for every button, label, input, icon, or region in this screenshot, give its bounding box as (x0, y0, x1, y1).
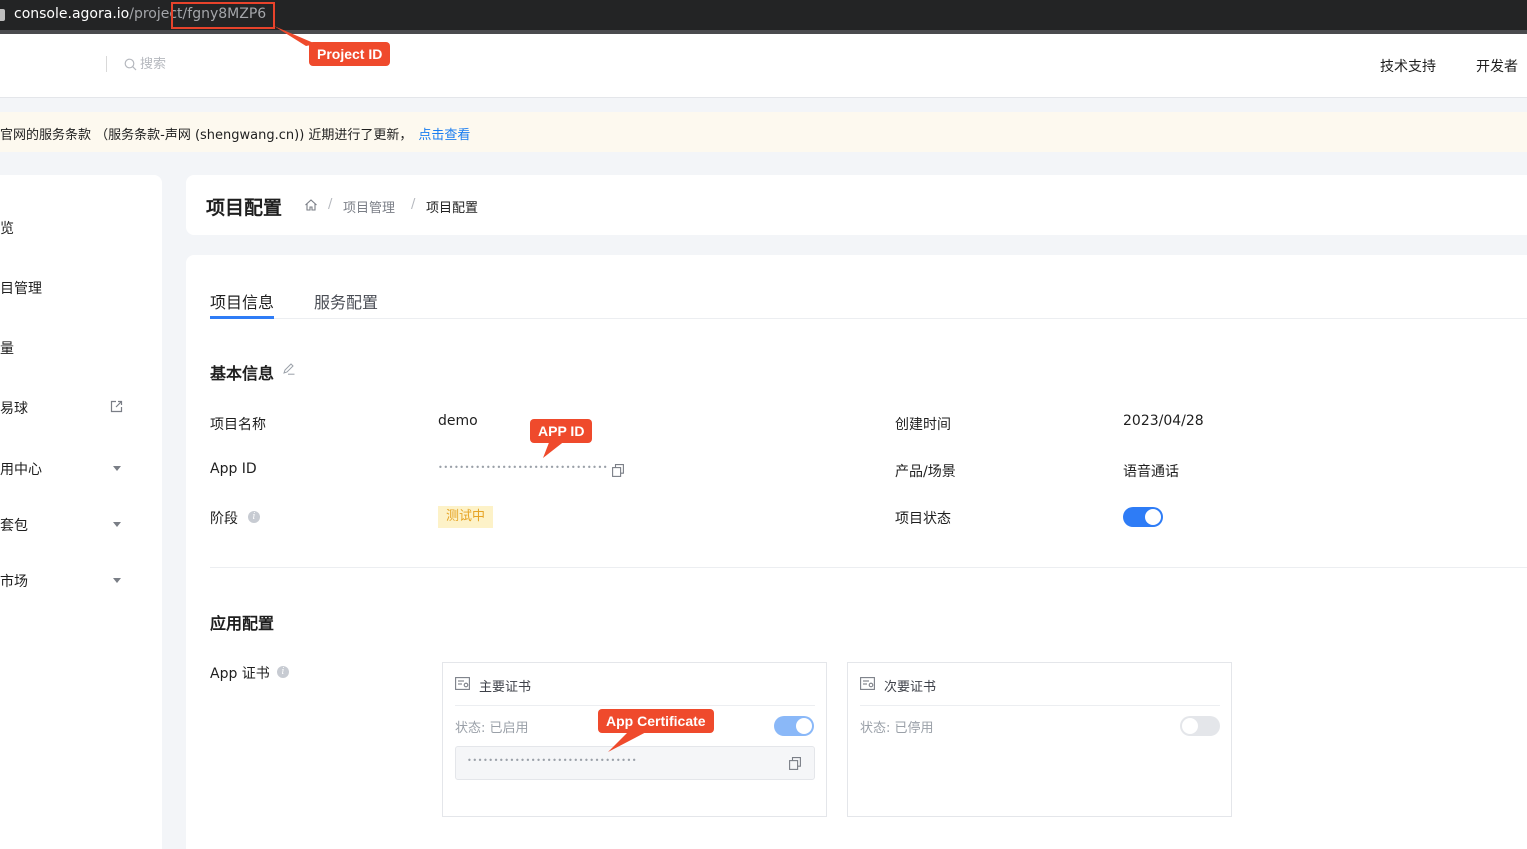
sidebar-item-label: 目管理 (0, 281, 42, 297)
basic-info-title: 基本信息 (210, 364, 275, 383)
app-cert-callout-pointer (608, 730, 650, 752)
project-name-value: demo (438, 413, 478, 429)
primary-cert-status: 状态: 已启用 (455, 721, 529, 736)
certificate-icon (455, 677, 470, 690)
app-id-callout: APP ID (530, 419, 593, 443)
notice-banner: 官网的服务条款 （服务条款-声网 (shengwang.cn)) 近期进行了更新… (0, 112, 1527, 152)
breadcrumb-separator: / (411, 197, 416, 212)
tech-support-link[interactable]: 技术支持 (1380, 56, 1436, 76)
secondary-cert-status: 状态: 已停用 (860, 721, 934, 736)
product-scene-label: 产品/场景 (895, 464, 956, 480)
sidebar-item-app-center[interactable]: 用中心 (0, 459, 125, 479)
project-status-label: 项目状态 (895, 511, 951, 527)
app-cert-callout: App Certificate (598, 709, 714, 733)
cert-divider (860, 705, 1220, 706)
notice-text: 官网的服务条款 （服务条款-声网 (shengwang.cn)) 近期进行了更新… (0, 124, 470, 143)
edit-icon[interactable] (282, 362, 295, 375)
secondary-cert-toggle[interactable] (1180, 716, 1220, 736)
tab-project-info[interactable]: 项目信息 (210, 289, 274, 313)
chevron-down-icon (113, 466, 121, 471)
toggle-knob (1182, 718, 1198, 734)
created-time-value: 2023/04/28 (1123, 413, 1204, 429)
sidebar: 览 目管理 量 易球 用中心 套包 市场 (0, 175, 162, 849)
project-config-card: 项目信息 服务配置 基本信息 项目名称 demo 创建时间 2023/04/28… (186, 255, 1527, 849)
lock-icon (0, 9, 5, 21)
primary-cert-masked-value: •••••••••••••••••••••••••••••••• (467, 756, 638, 765)
external-link-icon (110, 400, 123, 413)
sidebar-item-package[interactable]: 套包 (0, 515, 125, 535)
search-icon (124, 58, 137, 71)
product-scene-value: 语音通话 (1123, 464, 1179, 480)
secondary-cert-title: 次要证书 (884, 680, 937, 695)
sidebar-item-label: 量 (0, 341, 14, 357)
sidebar-item-label: 易球 (0, 401, 28, 417)
copy-icon[interactable] (789, 757, 801, 770)
home-icon[interactable] (304, 198, 318, 212)
primary-cert-title: 主要证书 (479, 680, 532, 695)
primary-cert-toggle[interactable] (774, 716, 814, 736)
breadcrumb-separator: / (328, 197, 333, 212)
copy-icon[interactable] (612, 464, 624, 477)
header-divider (106, 56, 107, 72)
toggle-knob (1145, 509, 1161, 525)
project-name-label: 项目名称 (210, 417, 266, 433)
toggle-knob (796, 718, 812, 734)
tabs-divider (210, 318, 1527, 319)
created-time-label: 创建时间 (895, 417, 951, 433)
browser-url-bar[interactable]: console.agora.io/project/fgny8MZP6 (0, 0, 1527, 30)
sidebar-item-label: 览 (0, 221, 14, 237)
section-divider (210, 567, 1527, 568)
breadcrumb-current: 项目配置 (426, 201, 479, 216)
cert-divider (455, 705, 815, 706)
project-id-callout: Project ID (309, 42, 391, 66)
app-id-label: App ID (210, 461, 257, 477)
notice-view-link[interactable]: 点击查看 (418, 128, 470, 143)
sidebar-item-market[interactable]: 市场 (0, 571, 125, 591)
sidebar-item-external[interactable]: 易球 (0, 398, 125, 418)
chevron-down-icon (113, 522, 121, 527)
app-id-callout-pointer (543, 440, 566, 458)
sidebar-item-overview[interactable]: 览 (0, 218, 125, 238)
stage-label: 阶段 (210, 511, 238, 527)
info-icon[interactable]: i (248, 511, 260, 523)
tab-service-config[interactable]: 服务配置 (314, 289, 378, 313)
url-host: console.agora.io (14, 6, 130, 22)
info-icon[interactable]: i (277, 666, 289, 678)
page-title: 项目配置 (206, 197, 283, 219)
active-tab-indicator (210, 316, 274, 319)
project-status-toggle[interactable] (1123, 507, 1163, 527)
project-id-highlight-box (171, 2, 275, 29)
chevron-down-icon (113, 578, 121, 583)
stage-badge: 测试中 (438, 506, 494, 528)
top-header: 技术支持 开发者 (0, 34, 1527, 98)
sidebar-item-label: 套包 (0, 518, 28, 534)
page-header-card: 项目配置 / 项目管理 / 项目配置 (186, 175, 1527, 235)
sidebar-item-usage[interactable]: 量 (0, 338, 125, 358)
notice-message: 官网的服务条款 （服务条款-声网 (shengwang.cn)) 近期进行了更新… (0, 128, 413, 143)
sidebar-item-label: 市场 (0, 574, 28, 590)
app-cert-label: App 证书 (210, 666, 270, 682)
app-id-masked-value: •••••••••••••••••••••••••••••••• (438, 463, 609, 472)
sidebar-item-label: 用中心 (0, 462, 42, 478)
breadcrumb-project-management[interactable]: 项目管理 (343, 197, 395, 216)
developer-link[interactable]: 开发者 (1476, 56, 1518, 76)
app-config-title: 应用配置 (210, 614, 275, 633)
sidebar-item-project-management[interactable]: 目管理 (0, 278, 125, 298)
secondary-cert-card: 次要证书 状态: 已停用 (847, 662, 1232, 817)
certificate-icon (860, 677, 875, 690)
